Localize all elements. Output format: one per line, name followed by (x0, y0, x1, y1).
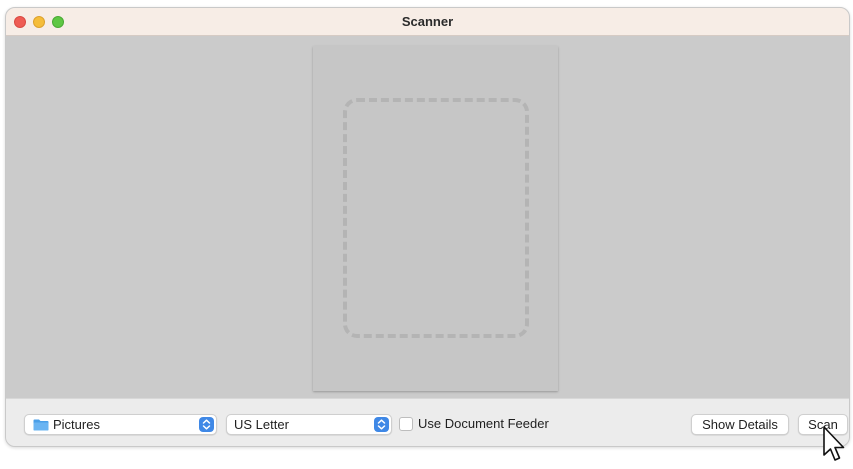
use-document-feeder-label[interactable]: Use Document Feeder (418, 416, 549, 431)
paper-size-label: US Letter (234, 417, 289, 432)
window-title: Scanner (401, 14, 454, 29)
chevron-updown-icon (374, 417, 389, 432)
paper-size-popup[interactable]: US Letter (226, 414, 392, 435)
folder-icon (33, 419, 49, 431)
scan-preview-area[interactable] (6, 36, 849, 398)
title-bar[interactable]: Scanner (6, 8, 849, 36)
show-details-button[interactable]: Show Details (691, 414, 789, 435)
destination-label: Pictures (53, 417, 100, 432)
bottom-toolbar: Pictures US Letter Use Document Feeder S… (6, 398, 849, 446)
chevron-updown-icon (199, 417, 214, 432)
scanner-window: Scanner Pictures US Letter Use Document … (5, 7, 850, 447)
mouse-pointer-icon (823, 426, 845, 461)
scan-page-placeholder (313, 46, 558, 391)
scan-region-dashed-outline (343, 98, 529, 338)
destination-popup[interactable]: Pictures (24, 414, 217, 435)
use-document-feeder-checkbox[interactable] (399, 417, 413, 431)
